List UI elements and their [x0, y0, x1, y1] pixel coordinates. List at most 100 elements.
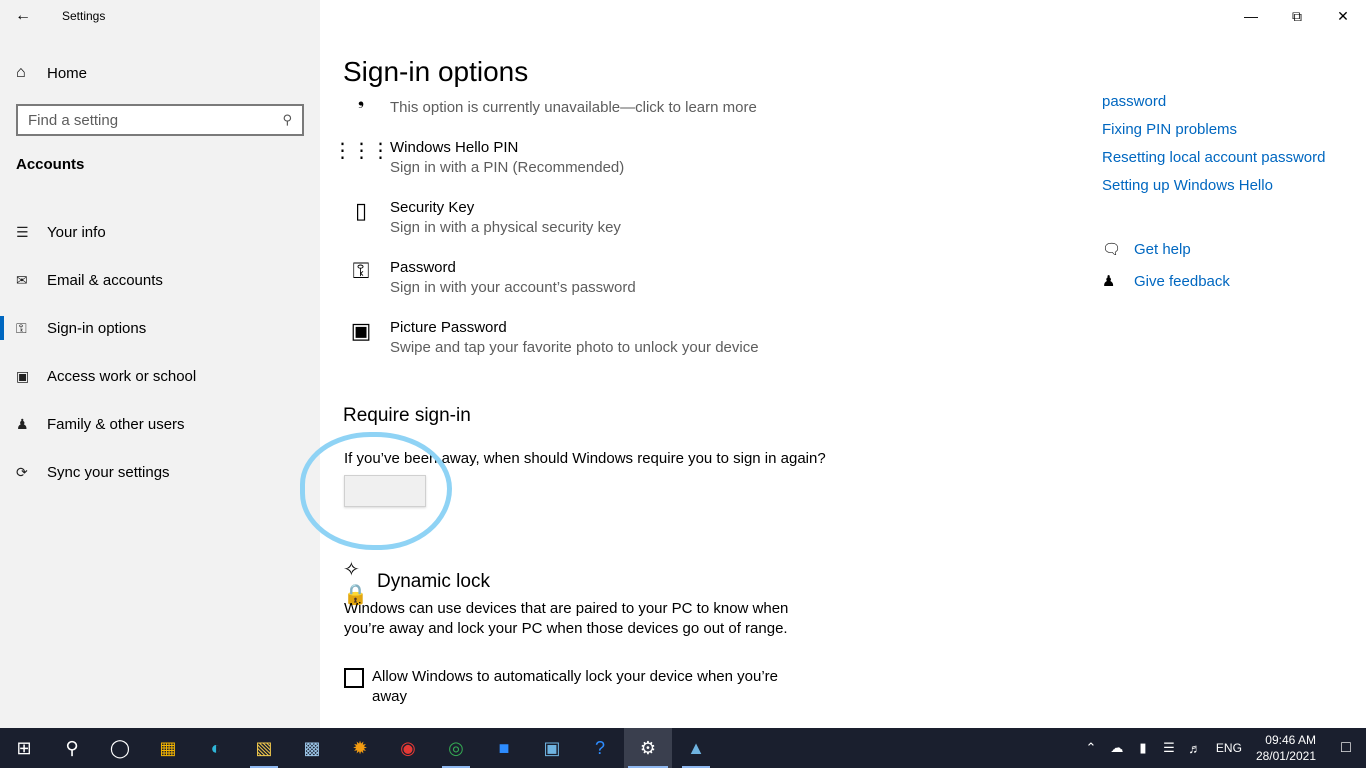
sidebar-item-label: Sync your settings	[47, 463, 170, 481]
get-help-link[interactable]: 🗨 Get help	[1102, 240, 1191, 259]
option-windows-hello-pin[interactable]: ⋮⋮⋮ Windows Hello PIN Sign in with a PIN…	[332, 138, 625, 178]
windows-start-icon[interactable]: ⊞	[0, 728, 48, 768]
chat-help-icon: 🗨	[1102, 241, 1122, 258]
option-picture-password[interactable]: ▣ Picture Password Swipe and tap your fa…	[343, 318, 759, 358]
battery-icon[interactable]: ▮	[1131, 740, 1155, 756]
sidebar-item-email-accounts[interactable]: ✉ Email & accounts	[0, 256, 320, 304]
option-title: Password	[390, 259, 456, 276]
option-subtitle: This option is currently unavailable—cli…	[390, 99, 757, 116]
home-icon: ⌂	[16, 64, 26, 81]
clock[interactable]: 09:46 AM 28/01/2021	[1256, 732, 1316, 764]
require-signin-question: If you’ve been away, when should Windows…	[344, 450, 826, 467]
related-links: password Fixing PIN problems Resetting l…	[1102, 88, 1325, 200]
mail-icon: ✉	[16, 271, 28, 288]
edge-icon[interactable]: ◐	[192, 728, 240, 768]
option-subtitle: Sign in with your account’s password	[390, 279, 636, 296]
photos-app-icon[interactable]: ▩	[288, 728, 336, 768]
wifi-icon[interactable]: ☰	[1157, 740, 1181, 756]
option-title: Windows Hello PIN	[390, 139, 519, 156]
link-fixing-pin[interactable]: Fixing PIN problems	[1102, 116, 1325, 144]
require-signin-heading: Require sign-in	[343, 405, 471, 426]
option-title: Security Key	[390, 199, 475, 216]
sync-icon: ⟳	[16, 463, 28, 480]
search-input[interactable]	[28, 111, 283, 129]
option-subtitle: Swipe and tap your favorite photo to unl…	[390, 339, 759, 356]
clock-time: 09:46 AM	[1265, 733, 1316, 747]
dynamic-lock-checkbox-row[interactable]: Allow Windows to automatically lock your…	[344, 667, 802, 707]
close-icon[interactable]: ✕	[1320, 0, 1366, 32]
give-feedback-link[interactable]: ♟ Give feedback	[1102, 272, 1230, 291]
search-icon: ⚲	[282, 112, 292, 127]
sunflower-app-icon[interactable]: ✹	[336, 728, 384, 768]
option-title: Picture Password	[390, 319, 507, 336]
app-title: Settings	[62, 9, 106, 23]
cloud-icon[interactable]: ☁	[1105, 740, 1129, 756]
option-subtitle: Sign in with a physical security key	[390, 219, 621, 236]
give-feedback-label: Give feedback	[1134, 272, 1230, 290]
sidebar-item-your-info[interactable]: ☰ Your info	[0, 208, 320, 256]
taskbar: ⊞ ⚲ ◯ ▦ ◐ ▧ ▩ ✹ ◉ ◎ ■ ▣ ? ⚙ ▲ ⌃ ☁ ▮ ☰ ♬ …	[0, 728, 1366, 768]
zoom-icon[interactable]: ■	[480, 728, 528, 768]
search-box[interactable]: ⚲	[16, 104, 304, 136]
option-subtitle: Sign in with a PIN (Recommended)	[390, 159, 625, 176]
chevron-up-icon[interactable]: ⌃	[1079, 740, 1103, 756]
sidebar-item-label: Family & other users	[47, 415, 185, 433]
language-indicator[interactable]: ENG	[1216, 741, 1242, 755]
chrome-icon[interactable]: ◎	[432, 728, 480, 768]
home-nav-item[interactable]: ⌂ Home	[16, 60, 87, 86]
option-password[interactable]: ⚿ Password Sign in with your account’s p…	[343, 258, 636, 298]
sidebar-item-sign-in-options[interactable]: ⚿ Sign-in options	[0, 304, 320, 352]
dynamic-lock-heading: Dynamic lock	[377, 571, 490, 592]
notifications-icon[interactable]: □	[1326, 739, 1366, 757]
sidebar-item-label: Sign-in options	[47, 319, 147, 337]
sidebar-nav: ☰ Your info ✉ Email & accounts ⚿ Sign-in…	[0, 208, 320, 496]
sidebar-item-label: Email & accounts	[47, 271, 163, 289]
dynamic-lock-description: Windows can use devices that are paired …	[344, 600, 789, 637]
picture-icon: ▣	[350, 318, 372, 343]
file-explorer-icon[interactable]: ▧	[240, 728, 288, 768]
sidebar: ← Settings ⌂ Home ⚲ Accounts ☰ Your info…	[0, 0, 320, 728]
require-signin-dropdown[interactable]	[344, 475, 426, 507]
link-password[interactable]: password	[1102, 88, 1325, 116]
option-security-key[interactable]: ▯ Security Key Sign in with a physical s…	[343, 198, 621, 238]
search-icon[interactable]: ⚲	[48, 728, 96, 768]
system-tray: ⌃ ☁ ▮ ☰ ♬ ENG 09:46 AM 28/01/2021 □	[1078, 728, 1366, 768]
minimize-icon[interactable]: —	[1228, 0, 1274, 32]
sidebar-item-sync[interactable]: ⟳ Sync your settings	[0, 448, 320, 496]
control-panel-icon[interactable]: ▣	[528, 728, 576, 768]
option-fingerprint[interactable]: ❟ This option is currently unavailable—c…	[343, 92, 757, 128]
cortana-icon[interactable]: ◯	[96, 728, 144, 768]
fingerprint-icon: ❟	[357, 92, 365, 109]
settings-icon[interactable]: ⚙	[624, 728, 672, 768]
feedback-icon: ♟	[1102, 273, 1116, 290]
dynamic-lock-checkbox[interactable]	[344, 668, 364, 688]
photos-icon[interactable]: ▲	[672, 728, 720, 768]
window-controls: — ⧉ ✕	[1228, 0, 1366, 32]
volume-icon[interactable]: ♬	[1183, 741, 1207, 756]
sidebar-item-access-work[interactable]: ▣ Access work or school	[0, 352, 320, 400]
store-icon[interactable]: ▦	[144, 728, 192, 768]
key-icon: ⚿	[16, 319, 27, 336]
page-title: Sign-in options	[343, 56, 529, 87]
person-list-icon: ☰	[16, 223, 29, 240]
link-resetting-password[interactable]: Resetting local account password	[1102, 144, 1325, 172]
link-setting-up-hello[interactable]: Setting up Windows Hello	[1102, 172, 1325, 200]
person-add-icon: ♟	[16, 415, 29, 432]
key-icon: ⚿	[352, 258, 370, 283]
usb-key-icon: ▯	[354, 198, 368, 223]
briefcase-icon: ▣	[16, 367, 30, 384]
get-help-label: Get help	[1134, 240, 1191, 258]
title-bar: ← Settings	[0, 0, 320, 32]
section-heading: Accounts	[16, 156, 85, 173]
help-icon[interactable]: ?	[576, 728, 624, 768]
dynamic-lock-checkbox-label: Allow Windows to automatically lock your…	[372, 668, 779, 705]
restore-icon[interactable]: ⧉	[1274, 0, 1320, 32]
sidebar-item-label: Access work or school	[47, 367, 197, 385]
sidebar-item-label: Your info	[47, 223, 106, 241]
sidebar-item-family-users[interactable]: ♟ Family & other users	[0, 400, 320, 448]
red-app-icon[interactable]: ◉	[384, 728, 432, 768]
home-label: Home	[47, 64, 88, 82]
back-arrow-icon[interactable]: ←	[0, 0, 46, 32]
clock-date: 28/01/2021	[1255, 749, 1316, 763]
pin-keypad-icon: ⋮⋮⋮	[332, 140, 391, 162]
